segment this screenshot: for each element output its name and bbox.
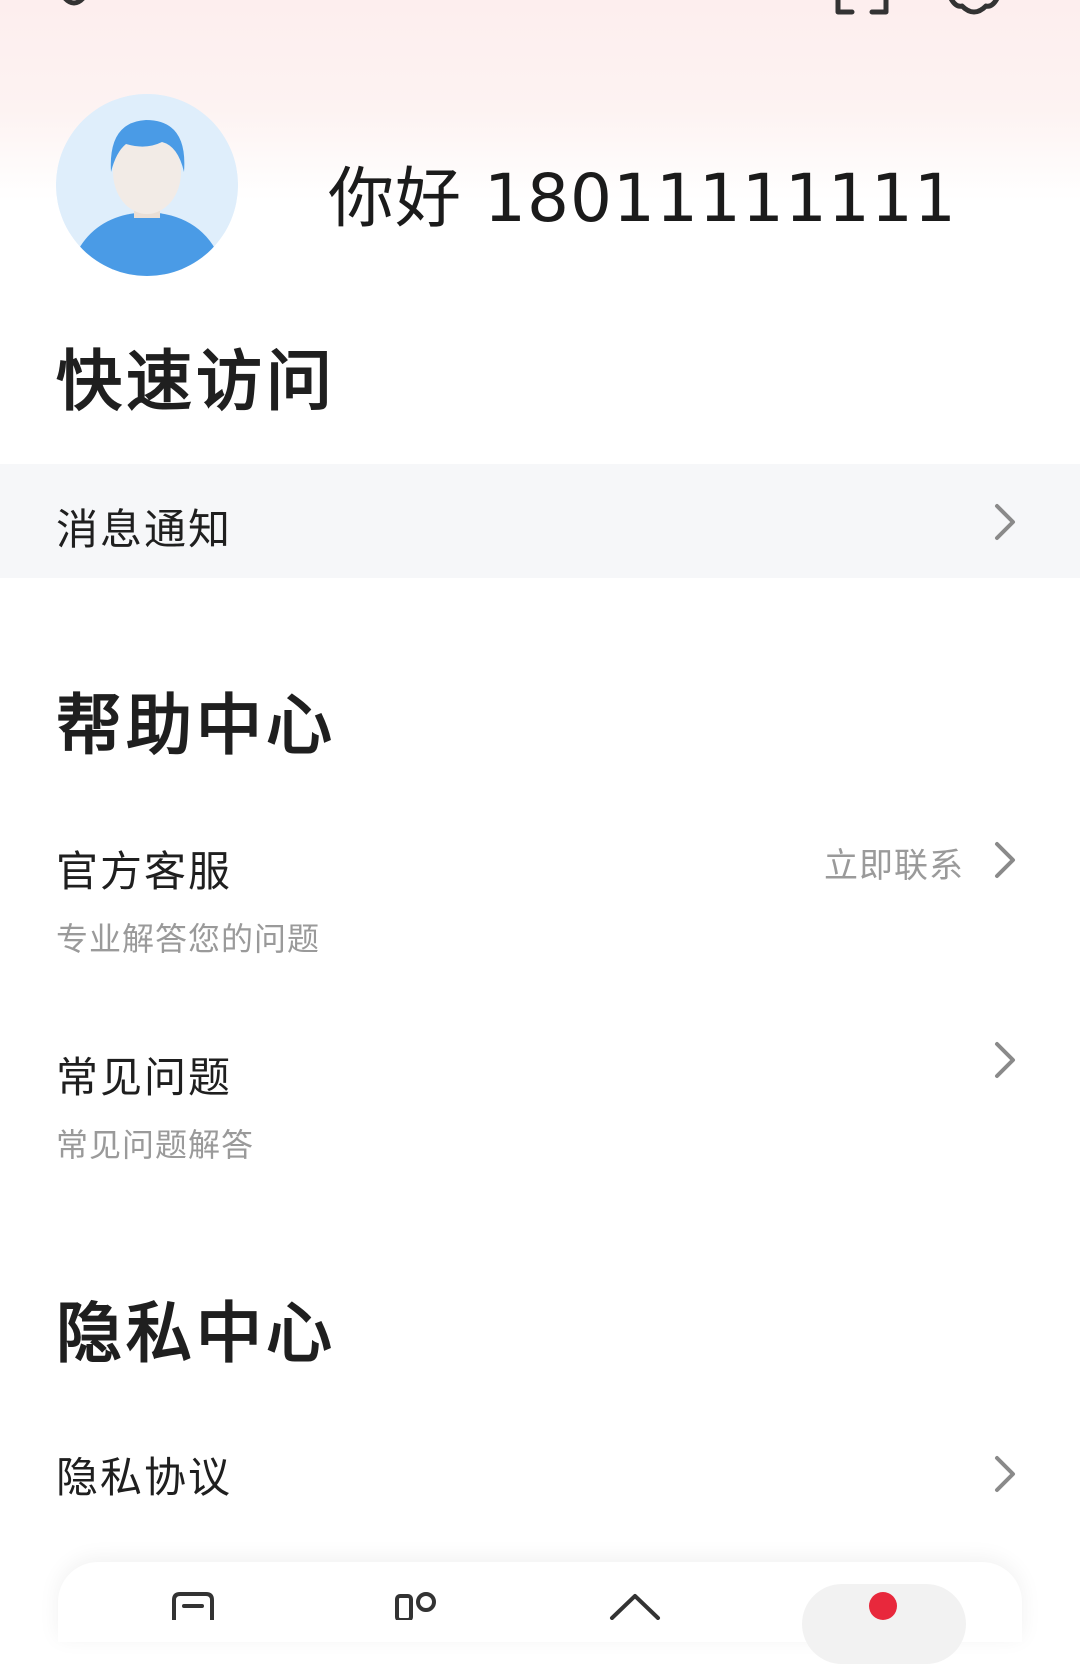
nav-tab-profile[interactable] xyxy=(858,1590,908,1624)
profile-header: 你好 18011111111 xyxy=(0,90,1080,280)
item-label: 隐私协议 xyxy=(56,1453,233,1502)
item-label: 消息通知 xyxy=(56,505,233,554)
chevron-right-icon xyxy=(995,504,1015,540)
bookmark-icon xyxy=(172,1592,214,1620)
item-subtitle: 专业解答您的问题 xyxy=(56,920,321,958)
grid-icon xyxy=(395,1592,436,1622)
item-label: 常见问题 xyxy=(56,1053,233,1102)
greeting-text: 你好 18011111111 xyxy=(328,160,957,237)
contact-now-link[interactable]: 立即联系 xyxy=(824,838,964,887)
top-bar xyxy=(0,0,1080,40)
item-subtitle: 常见问题解答 xyxy=(56,1126,255,1164)
scan-icon[interactable] xyxy=(834,0,890,18)
nav-tab-home[interactable] xyxy=(608,1590,662,1624)
profile-icon xyxy=(869,1592,897,1620)
nav-tab-grid[interactable] xyxy=(394,1590,438,1624)
avatar[interactable] xyxy=(56,94,238,276)
list-item-privacy-agreement[interactable]: 隐私协议 xyxy=(0,1430,1080,1530)
nav-tab-bookmark[interactable] xyxy=(168,1590,218,1624)
section-title-privacy-center: 隐私中心 xyxy=(56,1295,336,1372)
list-item-message-notification[interactable]: 消息通知 xyxy=(0,464,1080,578)
section-title-quick-access: 快速访问 xyxy=(56,343,336,420)
chevron-right-icon xyxy=(995,1042,1015,1078)
list-item-faq[interactable]: 常见问题 常见问题解答 xyxy=(0,1030,1080,1180)
settings-icon[interactable] xyxy=(944,0,1004,18)
chevron-right-icon xyxy=(995,842,1015,878)
chevron-right-icon xyxy=(995,1456,1015,1492)
bottom-navigation xyxy=(58,1562,1022,1664)
section-title-help-center: 帮助中心 xyxy=(56,687,336,764)
headset-icon[interactable] xyxy=(52,0,96,18)
home-icon xyxy=(610,1594,660,1620)
list-item-official-service[interactable]: 官方客服 专业解答您的问题 立即联系 xyxy=(0,820,1080,970)
item-label: 官方客服 xyxy=(56,847,233,896)
